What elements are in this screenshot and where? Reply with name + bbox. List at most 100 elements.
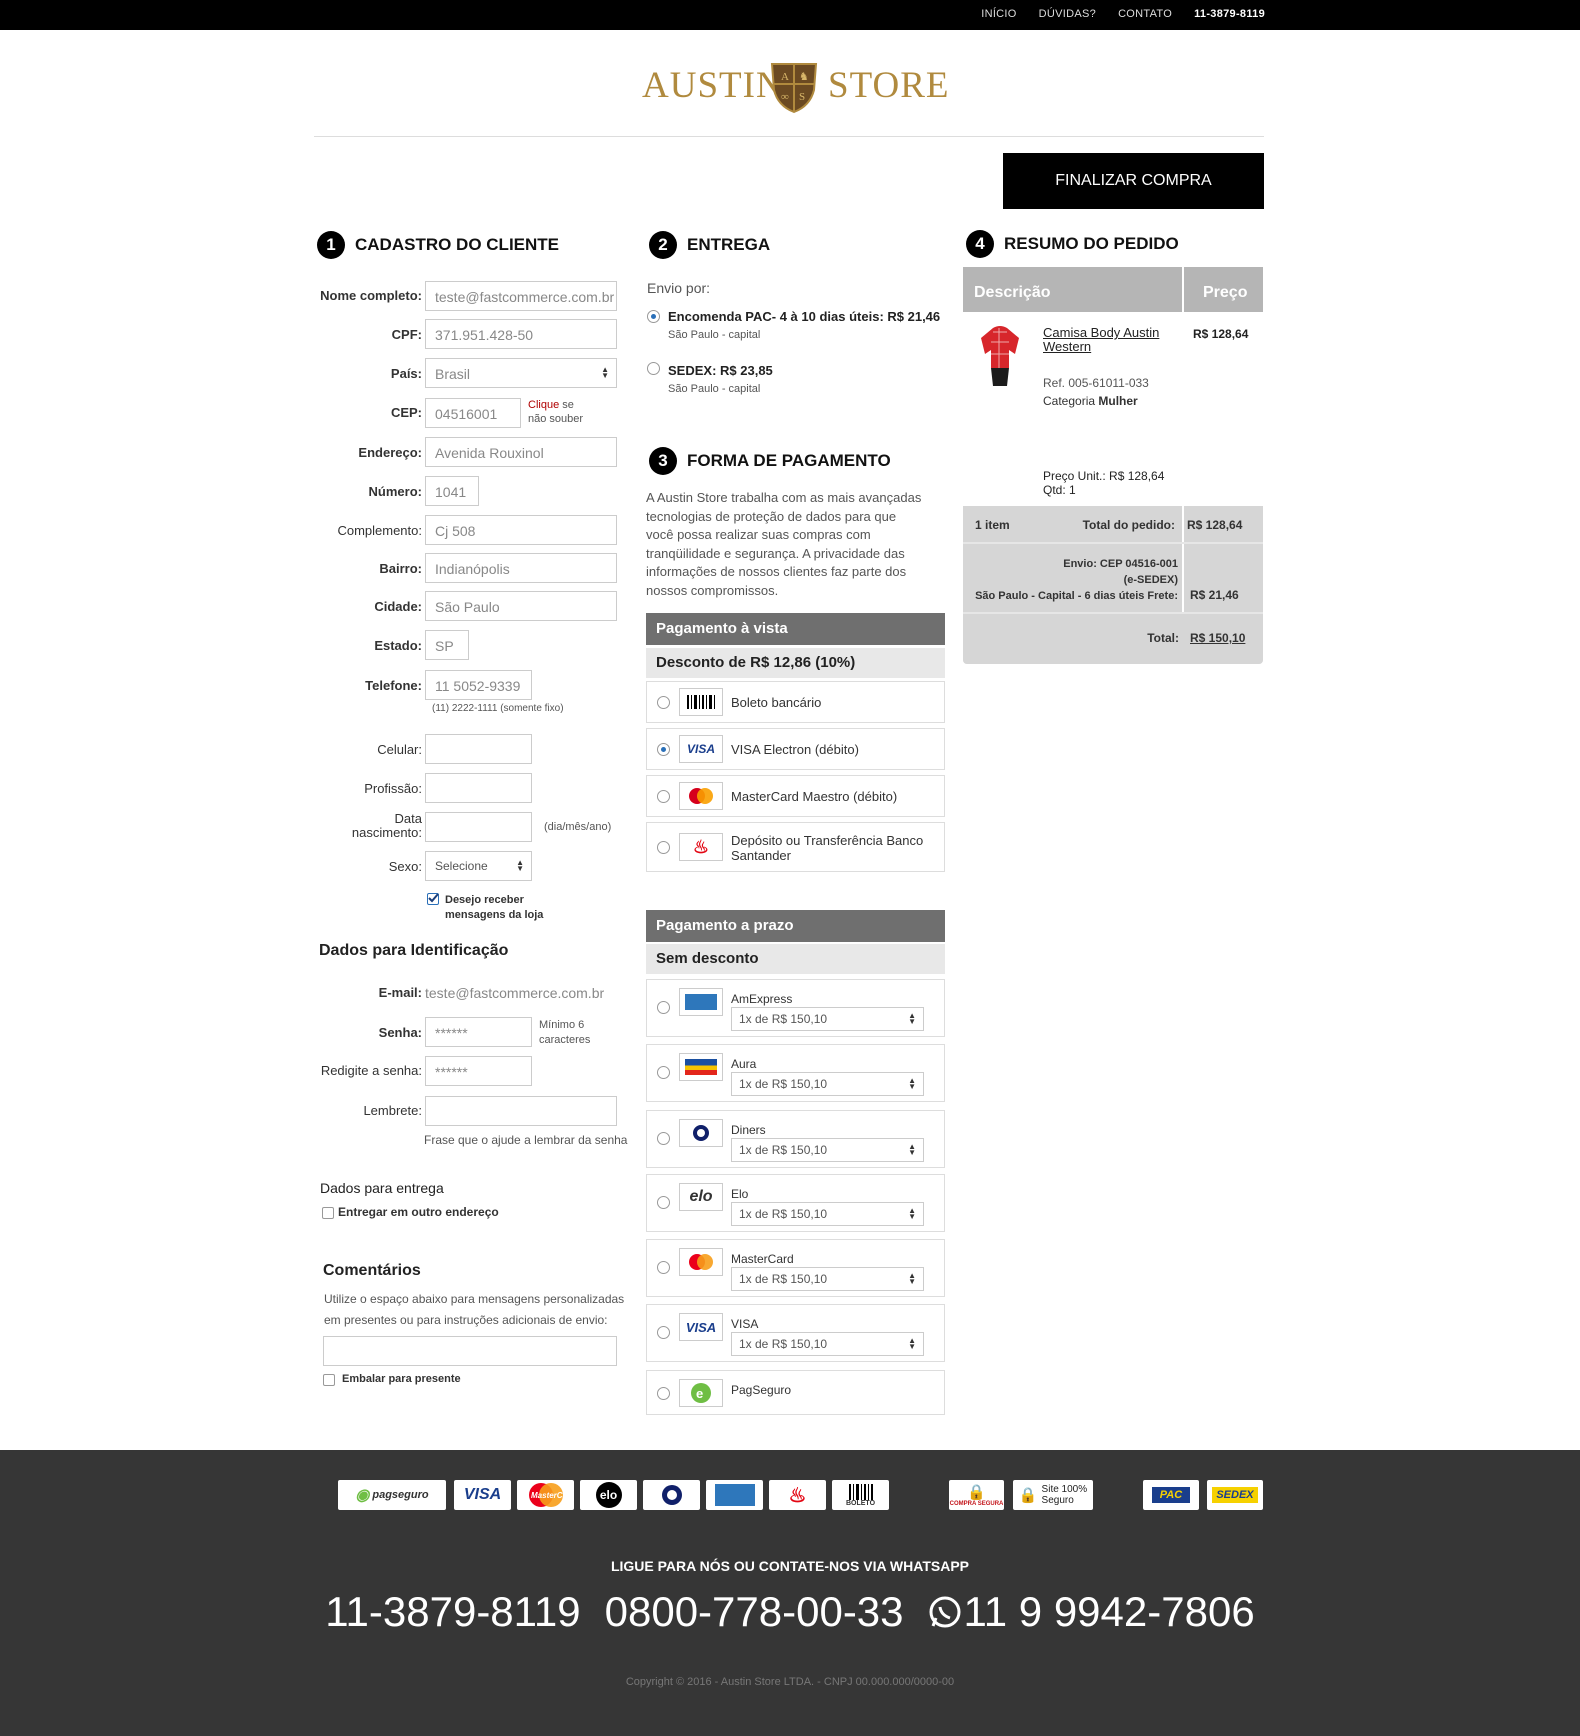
footer-whatsapp[interactable]: 11 9 9942-7806: [928, 1588, 1255, 1636]
newsletter-checkbox[interactable]: [427, 893, 439, 905]
pagseguro-icon: e: [679, 1379, 723, 1407]
comentarios-input[interactable]: [323, 1336, 617, 1366]
product-name-link[interactable]: Camisa Body Austin Western: [1043, 326, 1159, 354]
payment-option-visa-electron[interactable]: VISA VISA Electron (débito): [646, 728, 945, 770]
envio-pac-radio[interactable]: [647, 310, 660, 323]
senha-hint-line1: Mínimo 6: [539, 1019, 585, 1031]
elo-logo-icon: elo: [580, 1480, 637, 1510]
elo-parcela-select[interactable]: 1x de R$ 150,10 ▲ ▼: [731, 1202, 924, 1226]
payment-option-elo[interactable]: elo Elo 1x de R$ 150,10 ▲ ▼: [646, 1174, 945, 1232]
senha-input[interactable]: ******: [425, 1017, 532, 1047]
cpf-input[interactable]: 371.951.428-50: [425, 319, 617, 349]
compra-segura-text: COMPRA SEGURA: [949, 1501, 1004, 1507]
payment-option-visa[interactable]: VISA VISA 1x de R$ 150,10 ▲ ▼: [646, 1304, 945, 1362]
endereco-input[interactable]: Avenida Rouxinol: [425, 437, 617, 467]
visa-radio[interactable]: [657, 1326, 670, 1339]
sexo-select[interactable]: Selecione ▲ ▼: [425, 851, 532, 881]
pais-label: País:: [390, 366, 422, 381]
numero-input[interactable]: 1041: [425, 476, 479, 506]
payment-option-aura[interactable]: Aura 1x de R$ 150,10 ▲ ▼: [646, 1044, 945, 1102]
diners-parcela-select[interactable]: 1x de R$ 150,10 ▲ ▼: [731, 1138, 924, 1162]
mastercard-icon: [679, 1248, 723, 1276]
cidade-label: Cidade:: [374, 599, 422, 614]
aura-parcela-select[interactable]: 1x de R$ 150,10 ▲ ▼: [731, 1072, 924, 1096]
payment-option-diners[interactable]: Diners 1x de R$ 150,10 ▲ ▼: [646, 1110, 945, 1168]
telefone-input[interactable]: 11 5052-9339: [425, 670, 532, 700]
nascimento-input[interactable]: [425, 812, 532, 842]
pagseguro-radio[interactable]: [657, 1387, 670, 1400]
category-value: Mulher: [1098, 394, 1138, 408]
visa-electron-icon: VISA: [679, 735, 723, 763]
redigite-senha-input[interactable]: ******: [425, 1056, 532, 1086]
total-value: R$ 128,64: [1187, 518, 1243, 532]
profissao-input[interactable]: [425, 773, 532, 803]
elo-radio[interactable]: [657, 1196, 670, 1209]
lembrete-input[interactable]: [425, 1096, 617, 1126]
amex-parcela-select[interactable]: 1x de R$ 150,10 ▲ ▼: [731, 1007, 924, 1031]
visa-parcela-select[interactable]: 1x de R$ 150,10 ▲ ▼: [731, 1332, 924, 1356]
outro-endereco-checkbox[interactable]: [322, 1207, 334, 1219]
nav-contato[interactable]: CONTATO: [1118, 8, 1172, 20]
payment-option-mastercard[interactable]: MasterCard 1x de R$ 150,10 ▲ ▼: [646, 1239, 945, 1297]
desc-line: tecnologias de proteção de dados para qu…: [646, 508, 897, 524]
cep-help-text1: se: [559, 399, 574, 411]
footer-phone-1[interactable]: 11-3879-8119: [325, 1588, 580, 1636]
cep-link[interactable]: Clique: [528, 399, 559, 411]
mastercard-radio[interactable]: [657, 1261, 670, 1274]
nav-duvidas[interactable]: DÚVIDAS?: [1039, 8, 1096, 20]
footer-phone-2[interactable]: 0800-778-00-33: [605, 1588, 904, 1636]
visa-electron-label: VISA Electron (débito): [731, 742, 859, 757]
product-ref: Ref. 005-61011-033: [1043, 376, 1149, 390]
deposito-radio[interactable]: [657, 841, 670, 854]
product-unit-price: Preço Unit.: R$ 128,64: [1043, 469, 1165, 483]
comentarios-desc: Utilize o espaço abaixo para mensagens p…: [324, 1289, 624, 1331]
payment-option-maestro[interactable]: MasterCard Maestro (débito): [646, 775, 945, 817]
pais-value: Brasil: [435, 366, 471, 382]
select-arrows-icon: ▲ ▼: [908, 1336, 916, 1351]
endereco-label: Endereço:: [358, 445, 422, 460]
visa-electron-radio[interactable]: [657, 743, 670, 756]
estado-input[interactable]: SP: [425, 630, 469, 660]
pais-select[interactable]: Brasil ▲ ▼: [425, 358, 617, 388]
amex-label: AmExpress: [731, 992, 793, 1006]
logo-text-left: AUSTIN: [642, 65, 784, 106]
finalizar-compra-button[interactable]: FINALIZAR COMPRA: [1003, 153, 1264, 209]
desc-line: você possa realizar suas compras com: [646, 527, 871, 542]
telefone-label: Telefone:: [365, 678, 422, 693]
maestro-radio[interactable]: [657, 790, 670, 803]
boleto-radio[interactable]: [657, 696, 670, 709]
step-number: 3: [649, 447, 677, 475]
diners-icon: [679, 1119, 723, 1147]
bairro-input[interactable]: Indianópolis: [425, 553, 617, 583]
embalar-checkbox[interactable]: [323, 1374, 335, 1386]
payment-option-pagseguro[interactable]: e PagSeguro: [646, 1370, 945, 1415]
cidade-input[interactable]: São Paulo: [425, 591, 617, 621]
payment-option-boleto[interactable]: Boleto bancário: [646, 681, 945, 723]
cep-input[interactable]: 04516001: [425, 398, 521, 428]
mastercard-parcela-select[interactable]: 1x de R$ 150,10 ▲ ▼: [731, 1267, 924, 1291]
amex-radio[interactable]: [657, 1001, 670, 1014]
nome-input[interactable]: teste@fastcommerce.com.br: [425, 281, 617, 311]
section-title: ENTREGA: [687, 235, 771, 254]
nascimento-label-line1: Data: [394, 811, 422, 826]
comentarios-desc-line1: Utilize o espaço abaixo para mensagens p…: [324, 1292, 625, 1306]
select-arrows-icon: ▲ ▼: [908, 1142, 916, 1157]
payment-option-deposito[interactable]: ♨ Depósito ou Transferência Banco Santand…: [646, 822, 945, 872]
section-entrega-header: 2 ENTREGA: [649, 231, 770, 259]
celular-input[interactable]: [425, 734, 532, 764]
diners-radio[interactable]: [657, 1132, 670, 1145]
aura-radio[interactable]: [657, 1066, 670, 1079]
nav-inicio[interactable]: INÍCIO: [981, 8, 1016, 20]
parcela-value: 1x de R$ 150,10: [739, 1143, 828, 1157]
section-title: FORMA DE PAGAMENTO: [687, 451, 891, 470]
parcela-value: 1x de R$ 150,10: [739, 1207, 828, 1221]
complemento-input[interactable]: Cj 508: [425, 515, 617, 545]
cep-label: CEP:: [390, 405, 422, 420]
pagamento-prazo-bar: Pagamento a prazo: [646, 910, 945, 942]
pagseguro-logo-icon: ◉ pagseguro: [338, 1480, 446, 1510]
product-image[interactable]: [975, 324, 1025, 388]
payment-option-amex[interactable]: AmExpress 1x de R$ 150,10 ▲ ▼: [646, 979, 945, 1037]
logo[interactable]: AUSTIN A ♞ ∞ S STORE: [640, 58, 949, 118]
boleto-logo-icon: BOLETO: [832, 1480, 889, 1510]
envio-sedex-radio[interactable]: [647, 362, 660, 375]
